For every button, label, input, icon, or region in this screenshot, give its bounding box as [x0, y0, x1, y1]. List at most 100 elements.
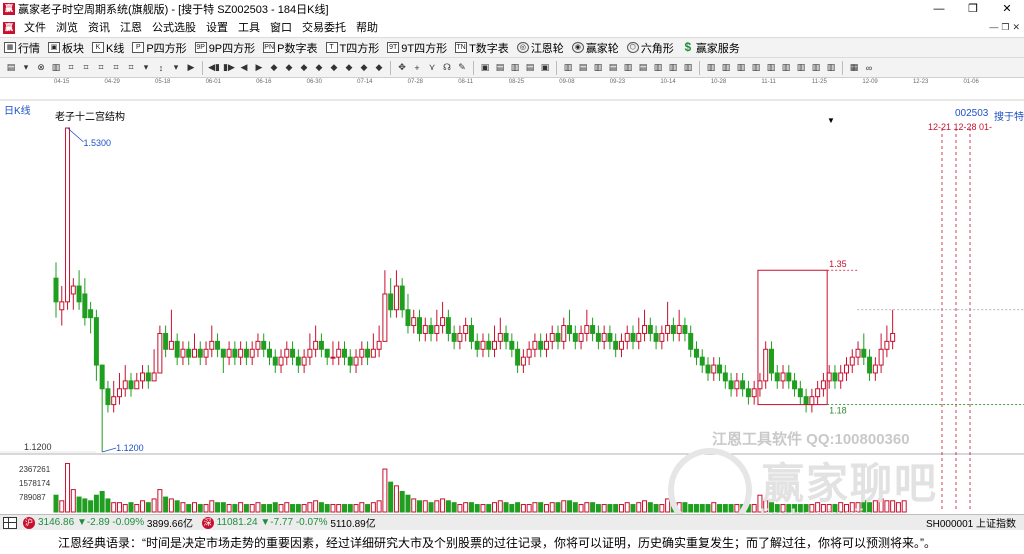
volume-bar — [122, 504, 128, 513]
index-status-bar: 沪 3146.86 ▼-2.89 -0.09% 3899.66亿 深 11081… — [0, 514, 1024, 530]
sh-index-icon: 沪 — [23, 516, 35, 529]
candle-body — [584, 325, 590, 334]
candle-body — [272, 356, 278, 366]
chart-title: 老子十二宫结构 — [55, 112, 125, 123]
volume-bar — [290, 504, 296, 513]
volume-bar — [497, 500, 503, 513]
volume-bar — [134, 504, 140, 513]
volume-bar — [393, 485, 399, 513]
volume-bar — [232, 504, 238, 513]
volume-bar — [203, 504, 209, 513]
volume-bar — [163, 496, 169, 513]
low-marker-line — [102, 447, 117, 453]
candle-body — [359, 348, 365, 358]
candle-body — [209, 340, 215, 350]
candle-body — [843, 364, 849, 374]
candle-body — [330, 356, 336, 359]
volume-bar — [197, 504, 203, 513]
volume-bar — [584, 502, 590, 513]
candle-body — [157, 332, 163, 374]
candle-body — [59, 301, 65, 311]
volume-bar — [659, 504, 665, 513]
volume-bar — [347, 504, 353, 513]
volume-bar — [295, 504, 301, 513]
candle-body — [636, 332, 642, 342]
candle-body — [451, 332, 457, 342]
candle-body — [249, 348, 255, 358]
candle-body — [751, 388, 757, 398]
candle-body — [347, 356, 353, 366]
volume-bar — [624, 502, 630, 513]
candle-body — [301, 356, 307, 366]
volume-bar — [255, 502, 261, 513]
volume-bar — [215, 502, 221, 513]
volume-bar — [226, 504, 232, 513]
candle-body — [468, 325, 474, 342]
candle-body — [318, 340, 324, 350]
candle-body — [191, 348, 197, 358]
volume-bar — [388, 481, 394, 513]
candle-body — [838, 372, 844, 382]
candle-body — [653, 332, 659, 342]
candle-body — [515, 348, 521, 366]
volume-bar — [451, 502, 457, 513]
volume-bar — [174, 500, 180, 513]
candle-body — [382, 293, 388, 342]
volume-bar — [324, 504, 330, 513]
candle-body — [105, 388, 111, 406]
candle-body — [82, 293, 88, 319]
volume-bar — [140, 500, 146, 513]
candle-body — [111, 396, 117, 406]
low-price-label: 1.1200 — [116, 443, 144, 453]
volume-bar — [428, 502, 434, 513]
volume-bar — [186, 504, 192, 513]
candle-body — [590, 325, 596, 334]
candle-body — [717, 364, 723, 374]
candle-body — [572, 332, 578, 342]
volume-bar — [382, 468, 388, 513]
volume-bar — [284, 502, 290, 513]
candle-body — [792, 380, 798, 390]
candle-body — [503, 332, 509, 342]
gann-quote-text: 江恩经典语录：“时间是决定市场走势的重要因素，经过详细研究大市及个别股票的过往记… — [58, 535, 936, 550]
candle-body — [122, 380, 128, 390]
volume-bar — [359, 502, 365, 513]
volume-bar — [99, 490, 105, 513]
current-index-label[interactable]: SH000001 上证指数 — [926, 515, 1024, 530]
candle-body — [693, 348, 699, 358]
candle-body — [855, 348, 861, 358]
candle-body — [290, 348, 296, 358]
volume-bar — [440, 498, 446, 513]
candle-body — [203, 348, 209, 358]
candle-body — [376, 340, 382, 350]
volume-bar — [618, 504, 624, 513]
volume-bar — [578, 504, 584, 513]
chart-dropdown-icon[interactable]: ▼ — [827, 116, 835, 125]
candle-body — [428, 325, 434, 334]
volume-bar — [630, 504, 636, 513]
volume-bar — [151, 498, 157, 513]
volume-bar — [399, 490, 405, 513]
sz-index-change: ▼-7.77 — [260, 517, 294, 528]
sz-index-icon: 深 — [201, 516, 214, 529]
candle-body — [417, 317, 423, 334]
candle-body — [434, 325, 440, 334]
volume-bar — [180, 502, 186, 513]
candle-body — [440, 317, 446, 327]
candle-body — [803, 396, 809, 406]
candle-body — [486, 340, 492, 350]
volume-bar — [111, 502, 117, 513]
candle-body — [567, 325, 573, 334]
candle-body — [463, 325, 469, 334]
candle-body — [128, 380, 134, 390]
candle-body — [624, 332, 630, 342]
candle-body — [711, 364, 717, 374]
candle-body — [659, 332, 665, 342]
candle-body — [774, 372, 780, 382]
status-grid-icon[interactable] — [3, 516, 17, 529]
watermark-brand: 赢家聊吧 — [762, 460, 939, 507]
gann-quote-bar: 江恩经典语录：“时间是决定市场走势的重要因素，经过详细研究大市及个别股票的过往记… — [0, 530, 1024, 554]
candle-body — [163, 332, 169, 350]
candle-body — [670, 325, 676, 334]
candle-body — [647, 325, 653, 334]
